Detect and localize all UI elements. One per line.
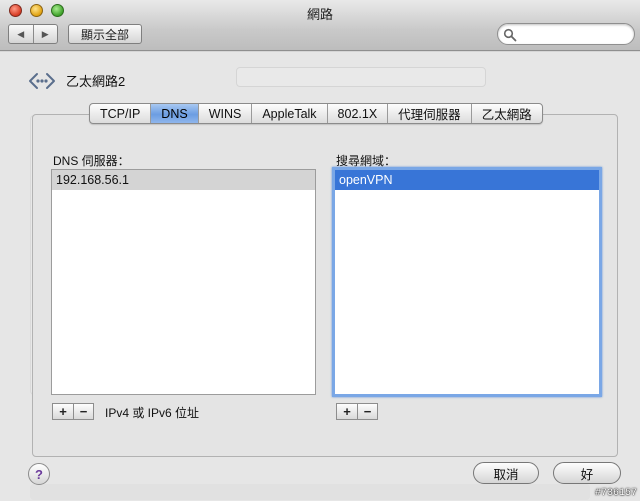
remove-dns-server-button[interactable]: −	[73, 404, 93, 419]
window-titlebar: 網路 ◀ ▶ 顯示全部	[0, 0, 640, 51]
chevron-right-icon: ▶	[41, 28, 49, 39]
back-forward-group: ◀ ▶	[8, 24, 58, 44]
dns-servers-list[interactable]: 192.168.56.1	[51, 169, 316, 395]
forward-button[interactable]: ▶	[32, 25, 58, 43]
search-field[interactable]	[497, 23, 635, 45]
tab-appletalk[interactable]: AppleTalk	[251, 104, 326, 123]
tab-dns[interactable]: DNS	[150, 104, 198, 123]
search-icon	[503, 28, 517, 42]
watermark-text: #736157	[594, 488, 637, 499]
search-domains-list[interactable]: openVPN	[332, 167, 602, 397]
search-domain-add-remove-group: + −	[336, 403, 378, 420]
tab-8021x[interactable]: 802.1X	[326, 104, 388, 123]
add-search-domain-button[interactable]: +	[337, 404, 357, 419]
dns-servers-label: DNS 伺服器：	[53, 154, 130, 168]
background-footer-strip	[30, 484, 590, 500]
back-button[interactable]: ◀	[9, 25, 33, 43]
list-item[interactable]: openVPN	[335, 170, 599, 190]
settings-tab-bar: TCP/IP DNS WINS AppleTalk 802.1X 代理伺服器 乙…	[89, 103, 543, 124]
ok-button[interactable]: 好	[553, 462, 621, 484]
dns-add-remove-group: + −	[52, 403, 94, 420]
dns-address-hint: IPv4 或 IPv6 位址	[105, 406, 200, 420]
tab-wins[interactable]: WINS	[197, 104, 252, 123]
tab-proxies[interactable]: 代理伺服器	[387, 104, 471, 123]
tab-ethernet[interactable]: 乙太網路	[470, 104, 542, 123]
list-item[interactable]: 192.168.56.1	[52, 170, 315, 190]
ethernet-icon	[29, 73, 55, 89]
window-title: 網路	[306, 7, 333, 22]
add-dns-server-button[interactable]: +	[53, 404, 73, 419]
cancel-button[interactable]: 取消	[473, 462, 539, 484]
show-all-button[interactable]: 顯示全部	[68, 24, 142, 44]
background-location-popup	[236, 67, 486, 87]
help-button[interactable]: ?	[28, 463, 50, 485]
service-name: 乙太網路2	[66, 74, 126, 89]
remove-search-domain-button[interactable]: −	[357, 404, 377, 419]
chevron-left-icon: ◀	[17, 28, 25, 39]
tab-tcpip[interactable]: TCP/IP	[90, 104, 150, 123]
